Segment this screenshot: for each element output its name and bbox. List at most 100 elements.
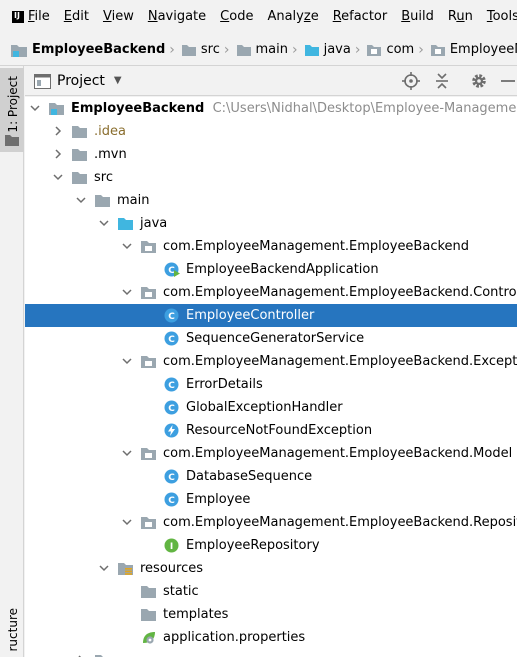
- source-folder-icon: [118, 218, 133, 230]
- project-view-selector[interactable]: Project: [57, 73, 105, 89]
- expanded-arrow-icon[interactable]: [121, 516, 133, 528]
- breadcrumb-item-project[interactable]: EmployeeBackend: [10, 42, 165, 58]
- breadcrumb-item-main[interactable]: main: [236, 42, 288, 57]
- source-folder-icon: [304, 44, 319, 56]
- tree-node-employee-controller[interactable]: C EmployeeController: [25, 304, 517, 327]
- tree-label-templates: templates: [163, 607, 229, 622]
- left-tool-strip: 1: Project ructure: [0, 66, 24, 657]
- expanded-arrow-icon[interactable]: [121, 240, 133, 252]
- menu-navigate[interactable]: Navigate: [141, 0, 213, 34]
- folder-icon: [236, 44, 251, 56]
- project-tool-tab[interactable]: 1: Project: [0, 68, 24, 152]
- tree-label-package-root: com.EmployeeManagement.EmployeeBackend: [163, 239, 470, 254]
- tree-label-app-properties: application.properties: [163, 630, 306, 645]
- breadcrumb-item-java[interactable]: java: [304, 42, 351, 57]
- tree-node-package-controller[interactable]: com.EmployeeManagement.EmployeeBackend.C…: [25, 281, 517, 304]
- tree-label-package-controller: com.EmployeeManagement.EmployeeBackend.C…: [163, 285, 517, 300]
- tree-node-resources[interactable]: resources: [25, 557, 517, 580]
- menu-refactor[interactable]: Refactor: [326, 0, 395, 34]
- expanded-arrow-icon[interactable]: [121, 355, 133, 367]
- gear-icon[interactable]: [470, 72, 488, 90]
- menu-view[interactable]: View: [96, 0, 141, 34]
- tree-node-idea[interactable]: .idea: [25, 120, 517, 143]
- tree-node-global-handler[interactable]: C GlobalExceptionHandler: [25, 396, 517, 419]
- tree-label-app-class: EmployeeBackendApplication: [186, 262, 379, 277]
- menu-code[interactable]: Code: [213, 0, 260, 34]
- breadcrumb-separator: ›: [354, 41, 361, 58]
- expanded-arrow-icon[interactable]: [98, 217, 110, 229]
- tree-node-database-sequence[interactable]: C DatabaseSequence: [25, 465, 517, 488]
- tree-node-app-properties[interactable]: application.properties: [25, 626, 517, 649]
- tree-node-sequence-service[interactable]: C SequenceGeneratorService: [25, 327, 517, 350]
- tree-node-static[interactable]: static: [25, 580, 517, 603]
- expanded-arrow-icon[interactable]: [98, 562, 110, 574]
- resources-folder-icon: [118, 563, 133, 575]
- breadcrumb-separator: ›: [291, 41, 298, 58]
- exception-class-icon: [164, 423, 179, 438]
- tree-node-app-class[interactable]: C EmployeeBackendApplication: [25, 258, 517, 281]
- menu-file[interactable]: File: [21, 0, 57, 34]
- menu-tools[interactable]: Tools: [480, 0, 517, 34]
- tree-node-partial[interactable]: [25, 649, 517, 657]
- menu-build[interactable]: Build: [394, 0, 441, 34]
- expanded-arrow-icon[interactable]: [29, 102, 41, 114]
- package-icon: [141, 517, 156, 529]
- tree-label-sequence-service: SequenceGeneratorService: [186, 331, 365, 346]
- svg-text:C: C: [168, 381, 175, 391]
- folder-icon: [72, 126, 87, 138]
- project-folder-icon: [5, 135, 19, 146]
- class-icon: C: [164, 331, 179, 346]
- tree-node-employee[interactable]: C Employee: [25, 488, 517, 511]
- interface-icon: I: [164, 538, 179, 553]
- expanded-arrow-icon[interactable]: [75, 194, 87, 206]
- project-view-icon: [34, 74, 51, 89]
- expanded-arrow-icon[interactable]: [121, 286, 133, 298]
- tree-node-mvn[interactable]: .mvn: [25, 143, 517, 166]
- tree-label-src: src: [94, 170, 113, 185]
- tree-label-mvn: .mvn: [94, 147, 127, 162]
- tree-node-package-model[interactable]: com.EmployeeManagement.EmployeeBackend.M…: [25, 442, 517, 465]
- tree-node-templates[interactable]: templates: [25, 603, 517, 626]
- collapsed-arrow-icon[interactable]: [52, 125, 64, 137]
- locate-icon[interactable]: [402, 72, 420, 90]
- expanded-arrow-icon[interactable]: [121, 447, 133, 459]
- svg-text:C: C: [168, 404, 175, 414]
- tree-node-employee-repository[interactable]: I EmployeeRepository: [25, 534, 517, 557]
- tree-node-package-exception[interactable]: com.EmployeeManagement.EmployeeBackend.E…: [25, 350, 517, 373]
- module-folder-icon: [11, 44, 27, 57]
- module-folder-icon: [49, 103, 64, 115]
- collapse-all-icon[interactable]: [433, 72, 451, 90]
- tree-node-package-root[interactable]: com.EmployeeManagement.EmployeeBackend: [25, 235, 517, 258]
- breadcrumb-item-package[interactable]: EmployeeManage: [430, 42, 517, 57]
- svg-text:C: C: [168, 473, 175, 483]
- tree-node-not-found-exception[interactable]: ResourceNotFoundException: [25, 419, 517, 442]
- tree-node-package-repository[interactable]: com.EmployeeManagement.EmployeeBackend.R…: [25, 511, 517, 534]
- menu-edit[interactable]: Edit: [57, 0, 96, 34]
- tree-node-main[interactable]: main: [25, 189, 517, 212]
- hide-panel-icon[interactable]: [499, 72, 517, 90]
- menu-run[interactable]: Run: [441, 0, 480, 34]
- folder-icon: [181, 44, 196, 56]
- breadcrumb-item-com[interactable]: com: [366, 42, 414, 57]
- structure-tool-tab[interactable]: ructure: [6, 608, 20, 652]
- collapsed-arrow-icon[interactable]: [52, 148, 64, 160]
- tree-label-global-handler: GlobalExceptionHandler: [186, 400, 343, 415]
- menu-analyze[interactable]: Analyze: [260, 0, 325, 34]
- properties-file-icon: [143, 632, 155, 644]
- tree-label-idea: .idea: [94, 124, 126, 139]
- expanded-arrow-icon[interactable]: [52, 171, 64, 183]
- tree-label-employee: Employee: [186, 492, 251, 507]
- tree-node-root[interactable]: EmployeeBackend C:\Users\Nidhal\Desktop\…: [25, 97, 517, 120]
- tree-node-java[interactable]: java: [25, 212, 517, 235]
- class-icon: C: [164, 377, 179, 392]
- tree-label-static: static: [163, 584, 199, 599]
- tree-label-not-found-exception: ResourceNotFoundException: [186, 423, 373, 438]
- tree-node-src[interactable]: src: [25, 166, 517, 189]
- chevron-down-icon[interactable]: ▼: [114, 75, 122, 86]
- tree-label-package-repository: com.EmployeeManagement.EmployeeBackend.R…: [163, 515, 517, 530]
- tree-node-error-details[interactable]: C ErrorDetails: [25, 373, 517, 396]
- tree-label-employee-controller: EmployeeController: [186, 308, 315, 323]
- tree-label-package-exception: com.EmployeeManagement.EmployeeBackend.E…: [163, 354, 517, 369]
- folder-icon: [95, 655, 110, 657]
- breadcrumb-item-src[interactable]: src: [181, 42, 220, 57]
